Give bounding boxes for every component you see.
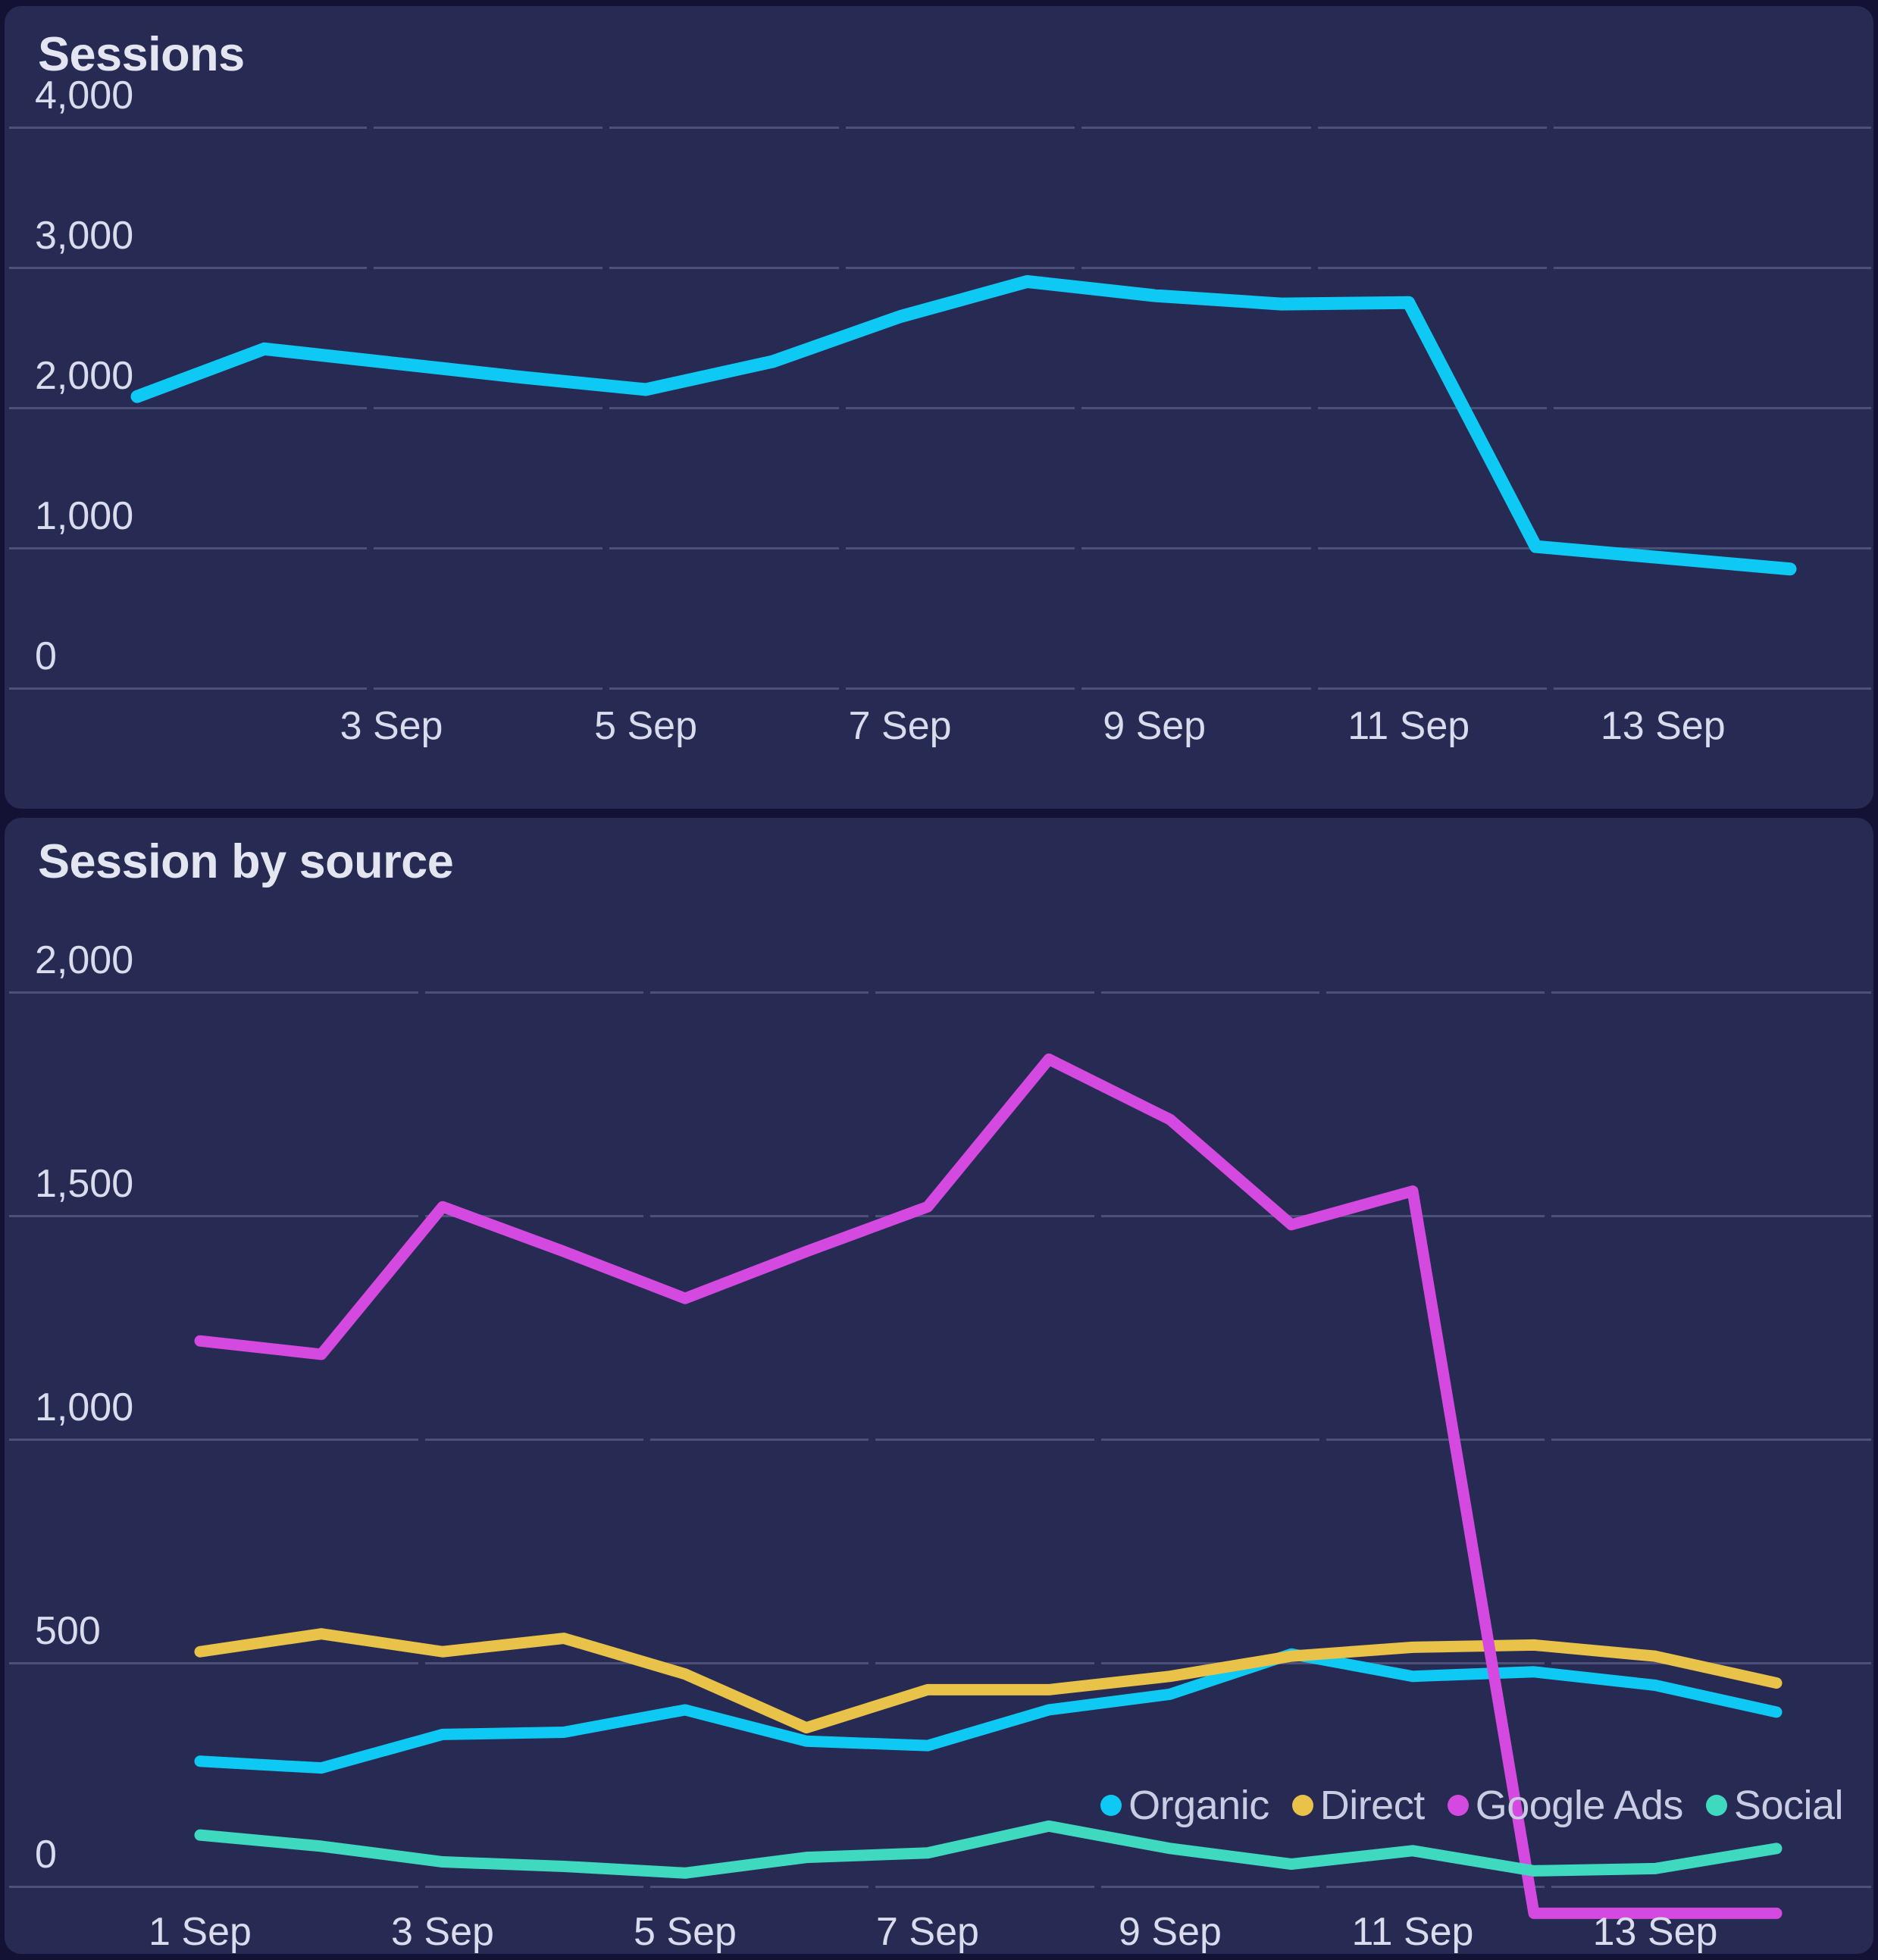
dashboard-page: Sessions 0 1,000 2,000 3,000 4,000 3 Sep 5 Se… xyxy=(0,0,1878,1960)
y-axis-tick-label: 2,000 xyxy=(35,938,134,983)
x-axis-tick-label: 13 Sep xyxy=(1600,704,1726,748)
series-line-sessions xyxy=(130,275,1797,576)
x-axis-tick-label: 7 Sep xyxy=(848,704,952,748)
legend-item-google-ads[interactable]: Google Ads xyxy=(1447,1782,1684,1829)
x-axis-tick-label: 11 Sep xyxy=(1351,1910,1474,1954)
legend-swatch-icon xyxy=(1291,1795,1313,1817)
legend-item-label: Google Ads xyxy=(1475,1783,1684,1829)
section-title: Session by source xyxy=(38,835,454,889)
legend-item-social[interactable]: Social xyxy=(1705,1782,1844,1829)
y-axis-tick-label: 4,000 xyxy=(35,74,134,117)
series-line-social xyxy=(194,1821,1783,1879)
x-axis-tick-label: 13 Sep xyxy=(1592,1910,1718,1954)
series-line-direct xyxy=(194,1628,1783,1734)
x-axis-tick-label: 5 Sep xyxy=(594,704,698,748)
x-axis-tick-label: 1 Sep xyxy=(149,1910,252,1954)
legend-item-label: Organic xyxy=(1128,1783,1269,1829)
x-axis-tick-label: 3 Sep xyxy=(340,704,443,748)
legend-item-label: Social xyxy=(1733,1783,1844,1829)
source-line-series xyxy=(194,1054,1783,1920)
source-x-axis: 1 Sep 3 Sep 5 Sep 7 Sep 9 Sep 11 Sep 13 Sep xyxy=(5,1909,1873,1954)
chart-legend: Organic Direct Google Ads Social xyxy=(1100,1782,1844,1829)
legend-item-label: Direct xyxy=(1319,1783,1426,1829)
legend-swatch-icon xyxy=(1705,1795,1727,1817)
x-axis-tick-label: 3 Sep xyxy=(391,1910,494,1954)
x-axis-tick-label: 7 Sep xyxy=(876,1910,979,1954)
sessions-plot-area: 0 1,000 2,000 3,000 4,000 xyxy=(5,74,1873,690)
source-plot-area: 0 500 1,000 1,500 2,000 xyxy=(5,938,1873,1920)
session-by-source-chart-card: Session by source Organic Direct Google Ad… xyxy=(5,818,1873,1954)
sessions-line-series xyxy=(130,275,1797,576)
legend-swatch-icon xyxy=(1447,1795,1469,1817)
legend-item-organic[interactable]: Organic xyxy=(1100,1782,1269,1829)
legend-item-direct[interactable]: Direct xyxy=(1291,1782,1426,1829)
x-axis-tick-label: 11 Sep xyxy=(1347,704,1470,748)
series-line-organic xyxy=(194,1648,1783,1774)
sessions-chart-card: Sessions 0 1,000 2,000 3,000 4,000 3 Sep 5 Se… xyxy=(5,6,1873,809)
x-axis-tick-label: 9 Sep xyxy=(1119,1910,1222,1954)
x-axis-tick-label: 9 Sep xyxy=(1103,704,1207,748)
legend-swatch-icon xyxy=(1100,1795,1122,1817)
x-axis-tick-label: 5 Sep xyxy=(634,1910,737,1954)
sessions-x-axis: 3 Sep 5 Sep 7 Sep 9 Sep 11 Sep 13 Sep xyxy=(5,703,1873,764)
